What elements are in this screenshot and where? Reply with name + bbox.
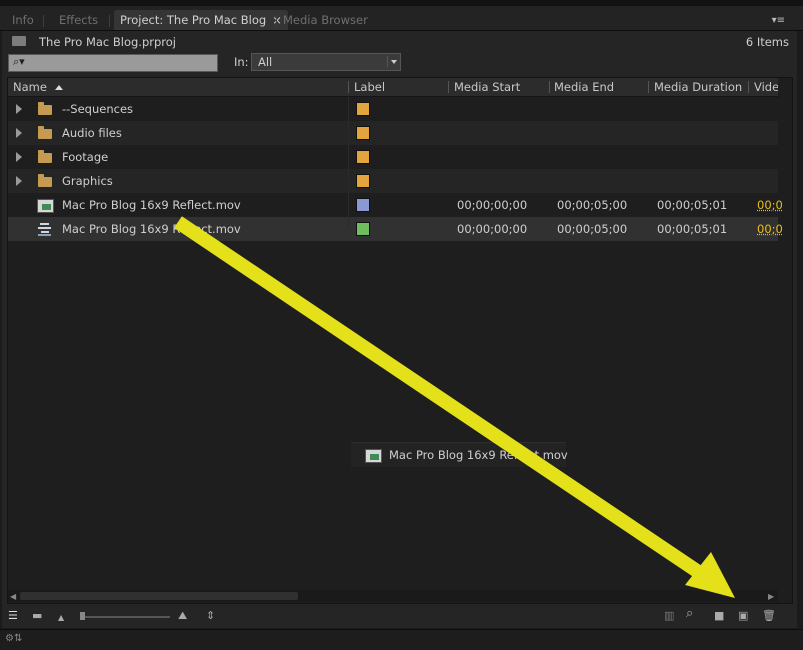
drag-ghost-name: Mac Pro Blog 16x9 Reflect.mov xyxy=(389,448,568,462)
media-duration-value: 00;00;05;01 xyxy=(657,198,727,212)
label-swatch[interactable] xyxy=(356,150,370,164)
project-panel: The Pro Mac Blog.prproj 6 Items ⌕▾ In: A… xyxy=(2,31,797,628)
search-input[interactable]: ⌕▾ xyxy=(8,54,218,72)
tab-project-label: Project: The Pro Mac Blog xyxy=(120,13,266,27)
sequence-icon xyxy=(38,222,51,236)
media-end-value: 00;00;05;00 xyxy=(557,222,627,236)
zoom-slider[interactable] xyxy=(80,616,170,618)
scrollbar-thumb[interactable] xyxy=(20,592,298,600)
item-count: 6 Items xyxy=(746,35,789,49)
tab-media-browser[interactable]: Media Browser xyxy=(277,10,374,30)
in-filter-select[interactable]: All xyxy=(251,53,401,71)
new-bin-icon[interactable]: ■ xyxy=(714,610,724,622)
column-header-media-end[interactable]: Media End xyxy=(554,80,614,94)
mountain-small-icon[interactable]: ▲ xyxy=(58,612,64,624)
media-duration-value: 00;00;05;01 xyxy=(657,222,727,236)
list-item[interactable]: Audio files xyxy=(8,121,778,145)
tab-separator xyxy=(43,15,44,27)
disclosure-triangle-icon[interactable] xyxy=(16,104,22,114)
column-header-row: Name Label Media Start Media End Media D… xyxy=(8,78,778,97)
mountain-large-icon[interactable]: ⛰ xyxy=(178,610,187,622)
item-name: Mac Pro Blog 16x9 Reflect.mov xyxy=(62,198,241,212)
tab-effects-label: Effects xyxy=(59,13,98,27)
column-header-media-duration[interactable]: Media Duration xyxy=(654,80,742,94)
icon-view-icon[interactable]: ▬ xyxy=(32,610,42,622)
search-icon[interactable]: ⌕▾ xyxy=(13,55,25,69)
list-item[interactable]: Mac Pro Blog 16x9 Reflect.mov 00;00;00;0… xyxy=(8,193,778,217)
column-divider[interactable] xyxy=(549,81,550,93)
column-divider[interactable] xyxy=(748,81,749,93)
bin-folder-icon xyxy=(38,105,52,115)
tab-info[interactable]: Info xyxy=(6,10,40,30)
media-end-value: 00;00;05;00 xyxy=(557,198,627,212)
item-name: --Sequences xyxy=(62,102,133,116)
project-file-icon xyxy=(12,36,26,46)
find-icon[interactable]: ⌕ xyxy=(686,608,693,620)
tab-effects[interactable]: Effects xyxy=(53,10,104,30)
trash-icon[interactable]: 🗑 xyxy=(762,610,776,622)
list-item[interactable]: --Sequences xyxy=(8,97,778,121)
label-swatch[interactable] xyxy=(356,102,370,116)
sort-ascending-icon[interactable] xyxy=(55,85,63,90)
media-start-value: 00;00;00;00 xyxy=(457,222,527,236)
bin-folder-icon xyxy=(38,129,52,139)
drag-ghost-item: Mac Pro Blog 16x9 Reflect.mov xyxy=(351,442,566,467)
new-item-icon[interactable]: ▣ xyxy=(738,610,748,622)
list-view-icon[interactable]: ☰ xyxy=(8,610,18,622)
label-swatch[interactable] xyxy=(356,126,370,140)
list-item[interactable]: Graphics xyxy=(8,169,778,193)
column-divider[interactable] xyxy=(348,81,349,93)
column-header-label: Name xyxy=(13,80,47,94)
column-divider[interactable] xyxy=(448,81,449,93)
tab-info-label: Info xyxy=(12,13,34,27)
project-file-name: The Pro Mac Blog.prproj xyxy=(39,35,176,49)
label-swatch[interactable] xyxy=(356,198,370,212)
chevron-down-icon[interactable] xyxy=(387,56,398,67)
column-header-name[interactable]: Name xyxy=(13,80,63,94)
item-name: Mac Pro Blog 16x9 Reflect.mov xyxy=(62,222,241,236)
video-in-value[interactable]: 00;0 xyxy=(757,222,783,236)
disclosure-triangle-icon[interactable] xyxy=(16,152,22,162)
status-icon: ⚙⇅ xyxy=(5,633,22,644)
horizontal-scrollbar[interactable]: ◀ ▶ xyxy=(8,590,778,602)
list-item[interactable]: Footage xyxy=(8,145,778,169)
tab-separator xyxy=(109,15,110,27)
status-bar: ⚙⇅ xyxy=(0,629,803,650)
scroll-left-icon[interactable]: ◀ xyxy=(10,592,16,601)
automate-to-sequence-icon[interactable]: ▥ xyxy=(664,610,674,622)
label-swatch[interactable] xyxy=(356,222,370,236)
bin-folder-icon xyxy=(38,153,52,163)
in-filter-value: All xyxy=(258,55,272,69)
media-start-value: 00;00;00;00 xyxy=(457,198,527,212)
item-name: Audio files xyxy=(62,126,122,140)
disclosure-triangle-icon[interactable] xyxy=(16,176,22,186)
list-item[interactable]: Mac Pro Blog 16x9 Reflect.mov 00;00;00;0… xyxy=(8,217,778,241)
project-item-list[interactable]: Name Label Media Start Media End Media D… xyxy=(7,77,793,604)
tab-media-browser-label: Media Browser xyxy=(283,13,368,27)
column-divider[interactable] xyxy=(648,81,649,93)
column-header-media-start[interactable]: Media Start xyxy=(454,80,520,94)
item-name: Footage xyxy=(62,150,108,164)
bottom-toolbar: ☰ ▬ ▲ ⛰ ⇕ ▥ ⌕ ■ ▣ 🗑 xyxy=(2,604,797,628)
zoom-slider-thumb[interactable] xyxy=(80,612,85,620)
item-name: Graphics xyxy=(62,174,113,188)
column-header-video-in[interactable]: Video In xyxy=(754,80,778,94)
label-swatch[interactable] xyxy=(356,174,370,188)
panel-menu-icon[interactable]: ▾≡ xyxy=(772,15,785,26)
disclosure-triangle-icon[interactable] xyxy=(16,128,22,138)
panel-tab-bar: Info Effects Project: The Pro Mac Blog × … xyxy=(0,6,803,31)
column-divider-line xyxy=(348,97,349,227)
column-header-label-color[interactable]: Label xyxy=(354,80,385,94)
video-clip-icon xyxy=(365,449,382,463)
video-clip-icon xyxy=(37,199,54,213)
scroll-right-icon[interactable]: ▶ xyxy=(768,592,774,601)
tab-project[interactable]: Project: The Pro Mac Blog × xyxy=(114,10,288,30)
project-info-row: The Pro Mac Blog.prproj 6 Items xyxy=(2,31,797,53)
bin-folder-icon xyxy=(38,177,52,187)
sort-icon[interactable]: ⇕ xyxy=(206,610,215,622)
video-in-value[interactable]: 00;0 xyxy=(757,198,783,212)
in-filter-label: In: xyxy=(234,55,249,69)
